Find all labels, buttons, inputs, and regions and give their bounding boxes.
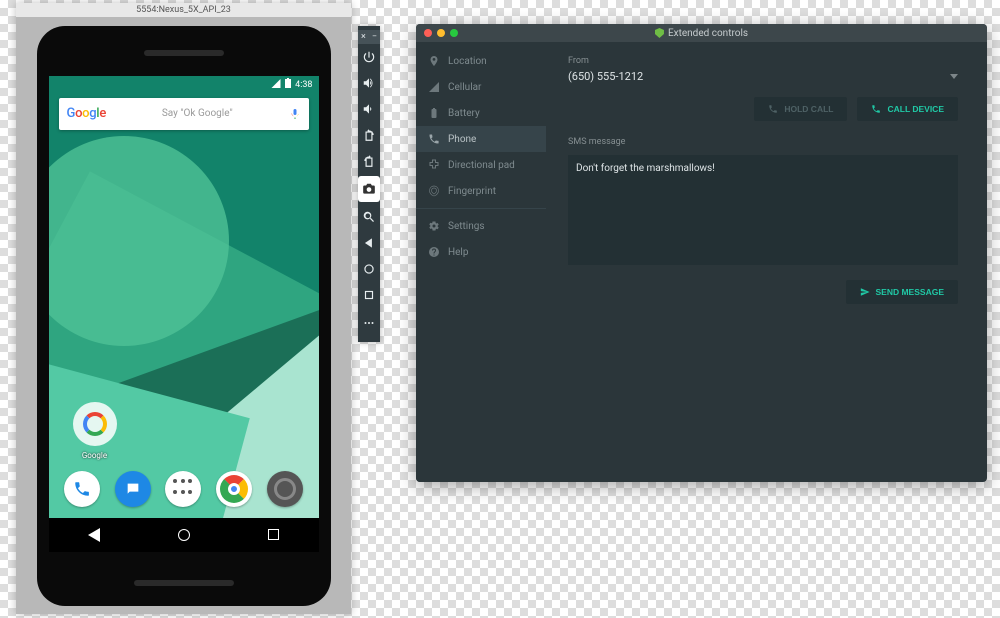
- window-zoom-button[interactable]: [450, 29, 458, 37]
- extended-titlebar[interactable]: Extended controls: [416, 24, 987, 42]
- toolbar-back-button[interactable]: [358, 230, 380, 256]
- extended-controls-window: Extended controls Location Cellular Batt…: [416, 24, 987, 482]
- sidebar-item-location[interactable]: Location: [416, 48, 546, 74]
- toolbar-volume-down-button[interactable]: [358, 96, 380, 122]
- signal-icon: [271, 79, 281, 91]
- sidebar-item-settings[interactable]: Settings: [416, 213, 546, 239]
- emulator-window-title: 5554:Nexus_5X_API_23: [16, 3, 351, 17]
- dock-chrome-icon[interactable]: [216, 471, 252, 507]
- sidebar-item-label: Fingerprint: [448, 186, 496, 197]
- extended-sidebar: Location Cellular Battery Phone Directio…: [416, 42, 546, 482]
- from-label: From: [568, 56, 965, 66]
- window-minimize-button[interactable]: [437, 29, 445, 37]
- mic-icon[interactable]: [289, 107, 301, 121]
- dock-phone-icon[interactable]: [64, 471, 100, 507]
- hold-call-button: HOLD CALL: [754, 97, 847, 121]
- sidebar-item-phone[interactable]: Phone: [416, 126, 546, 152]
- phone-earpiece: [144, 50, 224, 56]
- window-traffic-lights: [424, 29, 458, 37]
- from-number-value: (650) 555-1212: [568, 70, 643, 83]
- sidebar-item-label: Help: [448, 247, 468, 258]
- phone-icon: [428, 133, 440, 145]
- shield-icon: [655, 28, 664, 38]
- dock: [49, 460, 319, 518]
- sidebar-item-label: Phone: [448, 134, 476, 145]
- toolbar-home-button[interactable]: [358, 256, 380, 282]
- status-bar: 4:38: [49, 76, 319, 94]
- google-search-bar[interactable]: Google Say "Ok Google": [59, 98, 309, 130]
- sidebar-item-help[interactable]: Help: [416, 239, 546, 265]
- dock-messages-icon[interactable]: [115, 471, 151, 507]
- cellular-icon: [428, 81, 440, 93]
- nav-home-button[interactable]: [178, 529, 190, 541]
- emulator-body: 4:38 Google Say "Ok Google" Google: [16, 17, 351, 614]
- extended-content-phone: From (650) 555-1212 HOLD CALL CALL DEVIC…: [546, 42, 987, 482]
- toolbar-rotate-right-button[interactable]: [358, 148, 380, 174]
- toolbar-min-icon[interactable]: −: [372, 33, 377, 42]
- sidebar-item-label: Settings: [448, 221, 485, 232]
- sidebar-item-label: Cellular: [448, 82, 481, 93]
- google-folder-label: Google: [71, 451, 119, 460]
- toolbar-rotate-left-button[interactable]: [358, 122, 380, 148]
- nav-recents-button[interactable]: [268, 529, 279, 540]
- nav-back-button[interactable]: [88, 528, 100, 542]
- fingerprint-icon: [428, 185, 440, 197]
- sidebar-separator: [416, 208, 546, 209]
- emulator-window: 5554:Nexus_5X_API_23: [16, 3, 351, 614]
- dpad-icon: [428, 159, 440, 171]
- navigation-bar: [49, 518, 319, 552]
- toolbar-head: × −: [358, 30, 380, 44]
- phone-speaker: [134, 580, 234, 586]
- sms-textarea[interactable]: [568, 155, 958, 265]
- toolbar-screenshot-button[interactable]: [358, 176, 380, 202]
- send-icon: [860, 287, 870, 297]
- toolbar-volume-up-button[interactable]: [358, 70, 380, 96]
- google-folder[interactable]: [73, 402, 117, 446]
- emulator-toolbar: × −: [358, 26, 380, 342]
- sidebar-item-label: Directional pad: [448, 160, 515, 171]
- call-device-button[interactable]: CALL DEVICE: [857, 97, 958, 121]
- extended-window-title: Extended controls: [416, 28, 987, 39]
- sidebar-item-fingerprint[interactable]: Fingerprint: [416, 178, 546, 204]
- sidebar-item-battery[interactable]: Battery: [416, 100, 546, 126]
- chevron-down-icon: [950, 74, 958, 79]
- phone-hold-icon: [768, 104, 778, 114]
- sidebar-item-cellular[interactable]: Cellular: [416, 74, 546, 100]
- gear-icon: [428, 220, 440, 232]
- sms-label: SMS message: [568, 137, 965, 147]
- window-close-button[interactable]: [424, 29, 432, 37]
- dock-camera-icon[interactable]: [267, 471, 303, 507]
- device-screen[interactable]: 4:38 Google Say "Ok Google" Google: [49, 76, 319, 552]
- status-time: 4:38: [295, 80, 312, 90]
- battery-icon: [428, 107, 440, 119]
- sidebar-item-label: Location: [448, 56, 487, 67]
- send-message-button[interactable]: SEND MESSAGE: [846, 280, 959, 304]
- toolbar-close-icon[interactable]: ×: [361, 33, 366, 42]
- sidebar-item-label: Battery: [448, 108, 480, 119]
- from-number-select[interactable]: (650) 555-1212: [568, 70, 958, 83]
- phone-frame: 4:38 Google Say "Ok Google" Google: [37, 26, 331, 606]
- google-logo: Google: [67, 106, 106, 121]
- toolbar-more-button[interactable]: [358, 308, 380, 338]
- sidebar-item-dpad[interactable]: Directional pad: [416, 152, 546, 178]
- search-placeholder: Say "Ok Google": [112, 108, 283, 119]
- location-icon: [428, 55, 440, 67]
- dock-apps-icon[interactable]: [165, 471, 201, 507]
- toolbar-recents-button[interactable]: [358, 282, 380, 308]
- toolbar-power-button[interactable]: [358, 44, 380, 70]
- help-icon: [428, 246, 440, 258]
- phone-call-icon: [871, 104, 881, 114]
- battery-icon: [285, 78, 291, 91]
- toolbar-zoom-button[interactable]: [358, 204, 380, 230]
